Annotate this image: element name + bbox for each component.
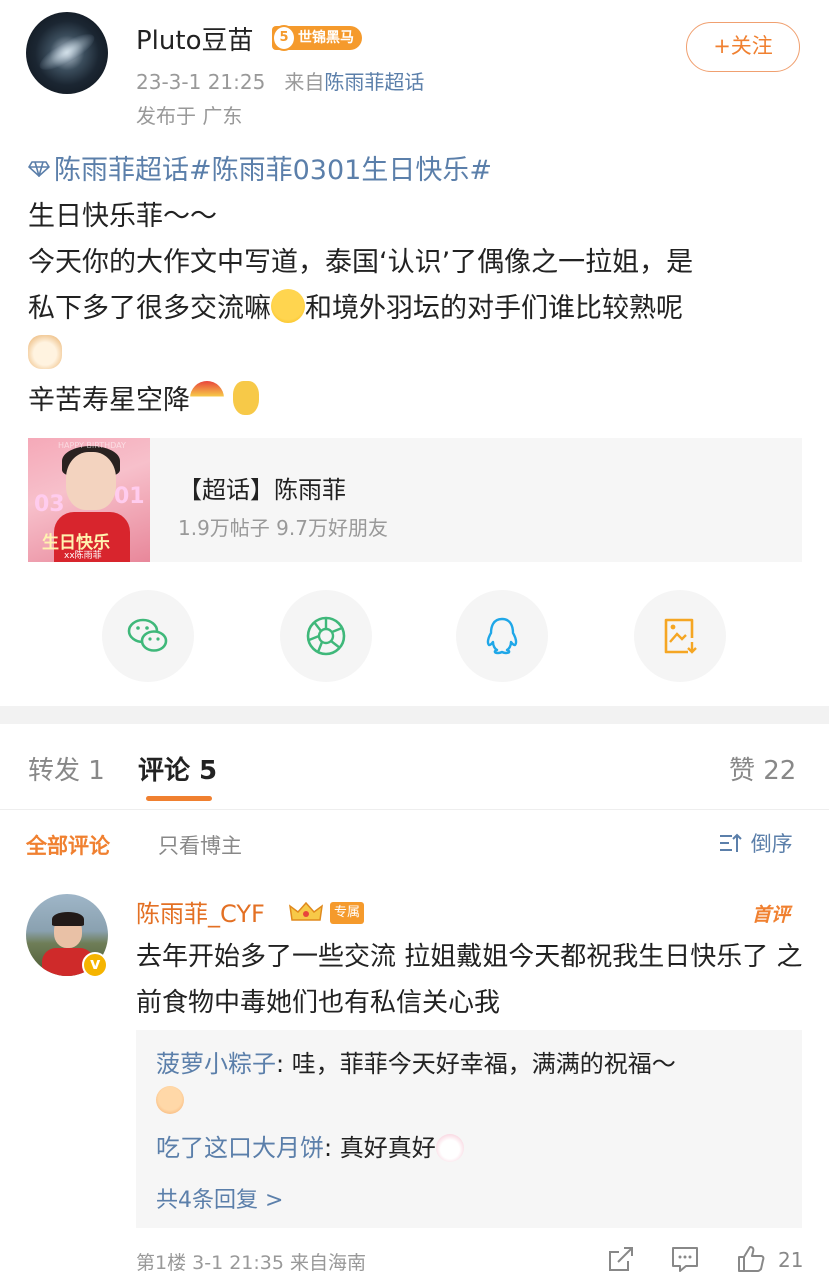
post-body: 陈雨菲超话#陈雨菲0301生日快乐# 生日快乐菲～～ 今天你的大作文中写道，泰国…: [28, 148, 808, 424]
post-text-fragment: 和境外羽坛的对手们谁比较熟呢: [305, 293, 683, 324]
reply-item[interactable]: 吃了这口大月饼: 真好真好: [156, 1130, 786, 1166]
comment-filter-row: 全部评论 只看博主 倒序: [0, 810, 829, 874]
section-divider: [0, 706, 829, 724]
follow-button[interactable]: +关注: [686, 22, 800, 72]
reply-separator: :: [324, 1134, 340, 1162]
chaohua-stats: 1.9万帖子 9.7万好朋友: [178, 516, 388, 540]
share-moments-button[interactable]: [280, 590, 372, 682]
reply-author[interactable]: 吃了这口大月饼: [156, 1134, 324, 1162]
post-text-fragment: 私下多了很多交流嘛: [28, 293, 271, 324]
tab-repost[interactable]: 转发 1: [28, 750, 105, 787]
rank-badge[interactable]: 5 世锦黑马: [272, 25, 362, 51]
filter-all-comments[interactable]: 全部评论: [26, 830, 110, 860]
verified-icon: [82, 952, 108, 978]
comment-item: 陈雨菲_CYF 专属 首评 去年开始多了一些交流 拉姐戴姐今天都祝我生日快乐了 …: [0, 880, 829, 1280]
sort-label: 倒序: [750, 832, 793, 856]
post-text-line: 生日快乐菲～～: [28, 201, 217, 232]
reply-author[interactable]: 菠萝小粽子: [156, 1050, 276, 1078]
share-wechat-button[interactable]: [102, 590, 194, 682]
active-tab-indicator: [146, 796, 212, 801]
tab-like[interactable]: 赞 22: [729, 750, 796, 787]
filter-host-only[interactable]: 只看博主: [158, 830, 242, 860]
post-meta: 23-3-1 21:25 来自陈雨菲超话: [136, 66, 424, 95]
parachute-icon: [190, 381, 224, 415]
commenter-name[interactable]: 陈雨菲_CYF: [136, 894, 265, 929]
crown-badge-icon: [289, 901, 323, 921]
reply-box[interactable]: 菠萝小粽子: 哇，菲菲今天好幸福，满满的祝福～ 吃了这口大月饼: 真好真好 共4…: [136, 1030, 802, 1228]
wechat-icon: [127, 618, 168, 652]
first-comment-badge: 首评: [752, 904, 791, 926]
share-row: [0, 590, 829, 682]
avatar-hair: [52, 912, 84, 926]
topic-line[interactable]: 陈雨菲超话#陈雨菲0301生日快乐#: [28, 148, 808, 194]
post-text-line: [28, 332, 808, 378]
cat-face-icon: [28, 335, 62, 369]
topic-text[interactable]: 陈雨菲超话#陈雨菲0301生日快乐#: [54, 155, 492, 186]
post-location: 发布于 广东: [136, 104, 243, 128]
diamond-icon: [28, 161, 50, 177]
rank-number: 5: [272, 25, 296, 51]
thumb-date-right: 01: [114, 484, 145, 509]
reply-text: 真好真好: [339, 1134, 436, 1162]
post-timestamp: 23-3-1 21:25: [136, 70, 266, 94]
chaohua-card[interactable]: HAPPY BIRTHDAY 03 01 生日快乐 xx陈雨菲 【超话】陈雨菲 …: [28, 438, 802, 562]
tab-comment[interactable]: 评论 5: [138, 750, 217, 787]
reply-item[interactable]: 菠萝小粽子: 哇，菲菲今天好幸福，满满的祝福～: [156, 1046, 786, 1118]
exclusive-badge: 专属: [330, 902, 365, 924]
share-icon[interactable]: [606, 1244, 636, 1274]
sort-toggle[interactable]: 倒序: [718, 828, 793, 858]
victory-hand-icon: [232, 381, 259, 415]
save-image-icon: [664, 618, 697, 654]
thumb-sign: xx陈雨菲: [64, 551, 102, 561]
post-text-line: 今天你的大作文中写道，泰国‘认识’了偶像之一拉姐，是: [28, 247, 694, 278]
moments-icon: [306, 616, 346, 656]
thumb-date-left: 03: [34, 492, 65, 517]
comment-text: 去年开始多了一些交流 拉姐戴姐今天都祝我生日快乐了 之前食物中毒她们也有私信关心…: [136, 942, 803, 1018]
post-text-line: 私下多了很多交流嘛 和境外羽坛的对手们谁比较熟呢: [28, 286, 808, 332]
thumb-face: [66, 452, 116, 510]
rank-badge-label: 世锦黑马: [298, 30, 354, 46]
chaohua-thumbnail: HAPPY BIRTHDAY 03 01 生日快乐 xx陈雨菲: [28, 438, 150, 562]
post-source-link[interactable]: 陈雨菲超话: [324, 70, 424, 94]
bunny-face-icon: [435, 1134, 464, 1162]
author-name[interactable]: Pluto豆苗: [136, 20, 253, 57]
save-image-button[interactable]: [634, 590, 726, 682]
reply-separator: :: [276, 1050, 292, 1078]
thumb-top-text: HAPPY BIRTHDAY: [58, 441, 126, 450]
like-icon[interactable]: [736, 1244, 766, 1274]
blush-face-icon: [271, 289, 305, 323]
post-text-fragment: 辛苦寿星空降: [28, 385, 190, 416]
post-header: Pluto豆苗 5 世锦黑马 23-3-1 21:25 来自陈雨菲超话 发布于 …: [0, 0, 829, 140]
heart-eyes-icon: [156, 1086, 184, 1114]
qq-icon: [486, 617, 518, 655]
comment-like-count: 21: [778, 1248, 804, 1272]
author-avatar[interactable]: [26, 12, 108, 94]
share-qq-button[interactable]: [456, 590, 548, 682]
more-replies-link[interactable]: 共4条回复 >: [156, 1182, 283, 1214]
chaohua-title: 【超话】陈雨菲: [178, 476, 346, 504]
comment-footer: 第1楼 3-1 21:35 来自海南: [136, 1252, 366, 1274]
interaction-tabs: 转发 1 评论 5 赞 22: [0, 724, 829, 810]
reply-icon[interactable]: [670, 1244, 700, 1274]
post-text-line: 辛苦寿星空降: [28, 378, 808, 424]
sort-icon: [720, 833, 742, 852]
source-prefix: 来自: [284, 70, 325, 94]
reply-text: 哇，菲菲今天好幸福，满满的祝福～: [291, 1050, 676, 1078]
